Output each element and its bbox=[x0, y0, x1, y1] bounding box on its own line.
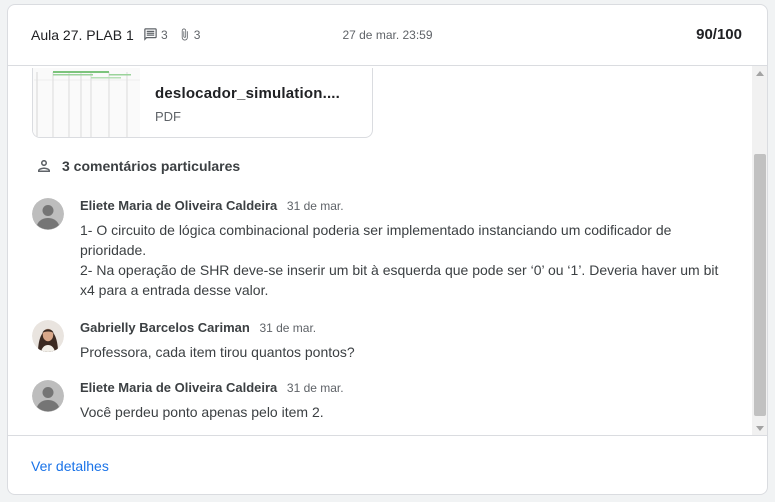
grade: 90/100 bbox=[696, 26, 742, 43]
attachment-card[interactable]: deslocador_simulation.... PDF bbox=[32, 68, 373, 138]
card-header: Aula 27. PLAB 1 3 3 27 de mar. 23:59 90/… bbox=[8, 5, 767, 66]
comment-author-name: Eliete Maria de Oliveira Caldeira bbox=[80, 198, 278, 213]
person-icon bbox=[38, 160, 50, 172]
view-details-link[interactable]: Ver detalhes bbox=[31, 458, 109, 474]
scroll-up-arrow-icon[interactable] bbox=[752, 66, 767, 80]
default-avatar-icon bbox=[32, 198, 64, 230]
due-date: 27 de mar. 23:59 bbox=[342, 28, 433, 42]
comment-text-line: Professora, cada item tirou quantos pont… bbox=[80, 344, 355, 360]
comment-text: Professora, cada item tirou quantos pont… bbox=[80, 342, 720, 362]
comment-date: 31 de mar. bbox=[259, 321, 317, 335]
comment-author: Eliete Maria de Oliveira Caldeira 31 de … bbox=[80, 380, 344, 395]
comment-text: 1- O circuito de lógica combinacional po… bbox=[80, 220, 720, 300]
vertical-scrollbar[interactable] bbox=[752, 66, 767, 435]
comment-text-line: Você perdeu ponto apenas pelo item 2. bbox=[80, 404, 324, 420]
comment-author-name: Gabrielly Barcelos Cariman bbox=[80, 320, 250, 335]
attachment-thumbnail bbox=[33, 68, 140, 137]
private-comments-label: 3 comentários particulares bbox=[62, 158, 241, 174]
default-avatar-icon bbox=[32, 380, 64, 412]
comment-text-line: 1- O circuito de lógica combinacional po… bbox=[80, 222, 672, 258]
avatar bbox=[32, 380, 64, 412]
submission-card: Aula 27. PLAB 1 3 3 27 de mar. 23:59 90/… bbox=[7, 4, 768, 495]
card-footer: Ver detalhes bbox=[8, 435, 767, 494]
comment-date: 31 de mar. bbox=[286, 199, 344, 213]
avatar bbox=[32, 320, 64, 352]
comment-text: Você perdeu ponto apenas pelo item 2. bbox=[80, 402, 720, 422]
attachment-name: deslocador_simulation.... bbox=[155, 85, 341, 102]
comment-author: Gabrielly Barcelos Cariman 31 de mar. bbox=[80, 320, 316, 335]
avatar bbox=[32, 198, 64, 230]
private-comments-header: 3 comentários particulares bbox=[35, 157, 240, 175]
comment-author-name: Eliete Maria de Oliveira Caldeira bbox=[80, 380, 278, 395]
pdf-thumbnail-icon bbox=[33, 68, 140, 137]
comment-text-line: 2- Na operação de SHR deve-se inserir um… bbox=[80, 262, 719, 298]
comment-author: Eliete Maria de Oliveira Caldeira 31 de … bbox=[80, 198, 344, 213]
comment-date: 31 de mar. bbox=[286, 381, 344, 395]
scrollbar-thumb[interactable] bbox=[754, 154, 766, 416]
attachment-type: PDF bbox=[155, 109, 181, 124]
card-content: deslocador_simulation.... PDF 3 comentár… bbox=[8, 66, 752, 435]
user-photo-icon bbox=[32, 320, 64, 352]
scroll-down-arrow-icon[interactable] bbox=[752, 421, 767, 435]
